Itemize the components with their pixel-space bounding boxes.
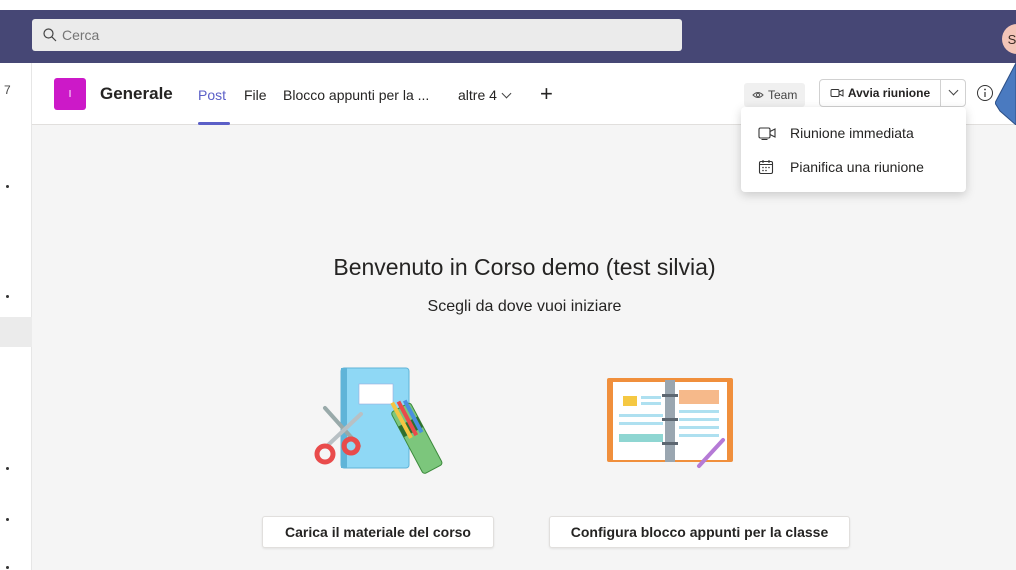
welcome-subtitle: Scegli da dove vuoi iniziare [427, 298, 622, 315]
calendar-icon [758, 160, 774, 175]
rail-dot[interactable] [6, 295, 9, 298]
menu-item-schedule-meeting[interactable]: Pianifica una riunione [741, 151, 966, 183]
search-box[interactable] [32, 19, 682, 51]
tab-more[interactable]: altre 4 [458, 87, 512, 103]
start-meeting-button[interactable]: Avvia riunione [820, 80, 941, 106]
team-button-label: Team [768, 88, 798, 102]
main-content: Benvenuto in Corso demo (test silvia) Sc… [33, 126, 1016, 570]
chevron-down-icon [948, 85, 958, 95]
team-avatar[interactable]: I [54, 78, 86, 110]
pointer-arrow-shape [995, 63, 1016, 125]
rail-dot[interactable] [6, 566, 9, 569]
start-meeting-split-button: Avvia riunione [819, 79, 966, 107]
rail-mark: 7 [4, 83, 11, 97]
rail-dot[interactable] [6, 467, 9, 470]
rail-dot[interactable] [6, 185, 9, 188]
tab-class-notebook[interactable]: Blocco appunti per la ... [283, 87, 429, 103]
class-notebook-illustration [607, 378, 733, 468]
team-avatar-initial: I [68, 88, 72, 100]
search-input[interactable] [62, 27, 662, 43]
channel-title: Generale [100, 84, 173, 103]
meeting-options-dropdown[interactable] [941, 80, 965, 106]
course-material-illustration [314, 367, 443, 474]
menu-item-label: Riunione immediata [790, 125, 914, 141]
top-bar: S [0, 0, 1016, 63]
chevron-down-icon [501, 88, 512, 99]
add-tab-button[interactable]: + [540, 81, 553, 107]
tab-post[interactable]: Post [198, 87, 226, 103]
tab-more-label: altre 4 [458, 87, 497, 103]
meeting-menu: Riunione immediata Pianifica una riunion… [741, 107, 966, 192]
left-rail: 7 [0, 63, 32, 570]
menu-item-label: Pianifica una riunione [790, 159, 924, 175]
setup-class-notebook-button[interactable]: Configura blocco appunti per la classe [549, 516, 850, 548]
rail-dot[interactable] [6, 518, 9, 521]
tab-file[interactable]: File [244, 87, 267, 103]
active-tab-indicator [198, 122, 230, 125]
video-camera-icon [830, 89, 844, 97]
start-meeting-label: Avvia riunione [847, 86, 931, 100]
eye-icon [752, 92, 764, 98]
info-icon[interactable] [976, 84, 994, 102]
welcome-title: Benvenuto in Corso demo (test silvia) [333, 254, 716, 280]
upload-course-material-button[interactable]: Carica il materiale del corso [262, 516, 494, 548]
video-camera-icon [758, 127, 776, 140]
rail-selected-item[interactable] [0, 317, 32, 347]
search-icon [43, 28, 57, 42]
menu-item-meet-now[interactable]: Riunione immediata [741, 117, 966, 149]
team-button[interactable]: Team [744, 83, 806, 107]
